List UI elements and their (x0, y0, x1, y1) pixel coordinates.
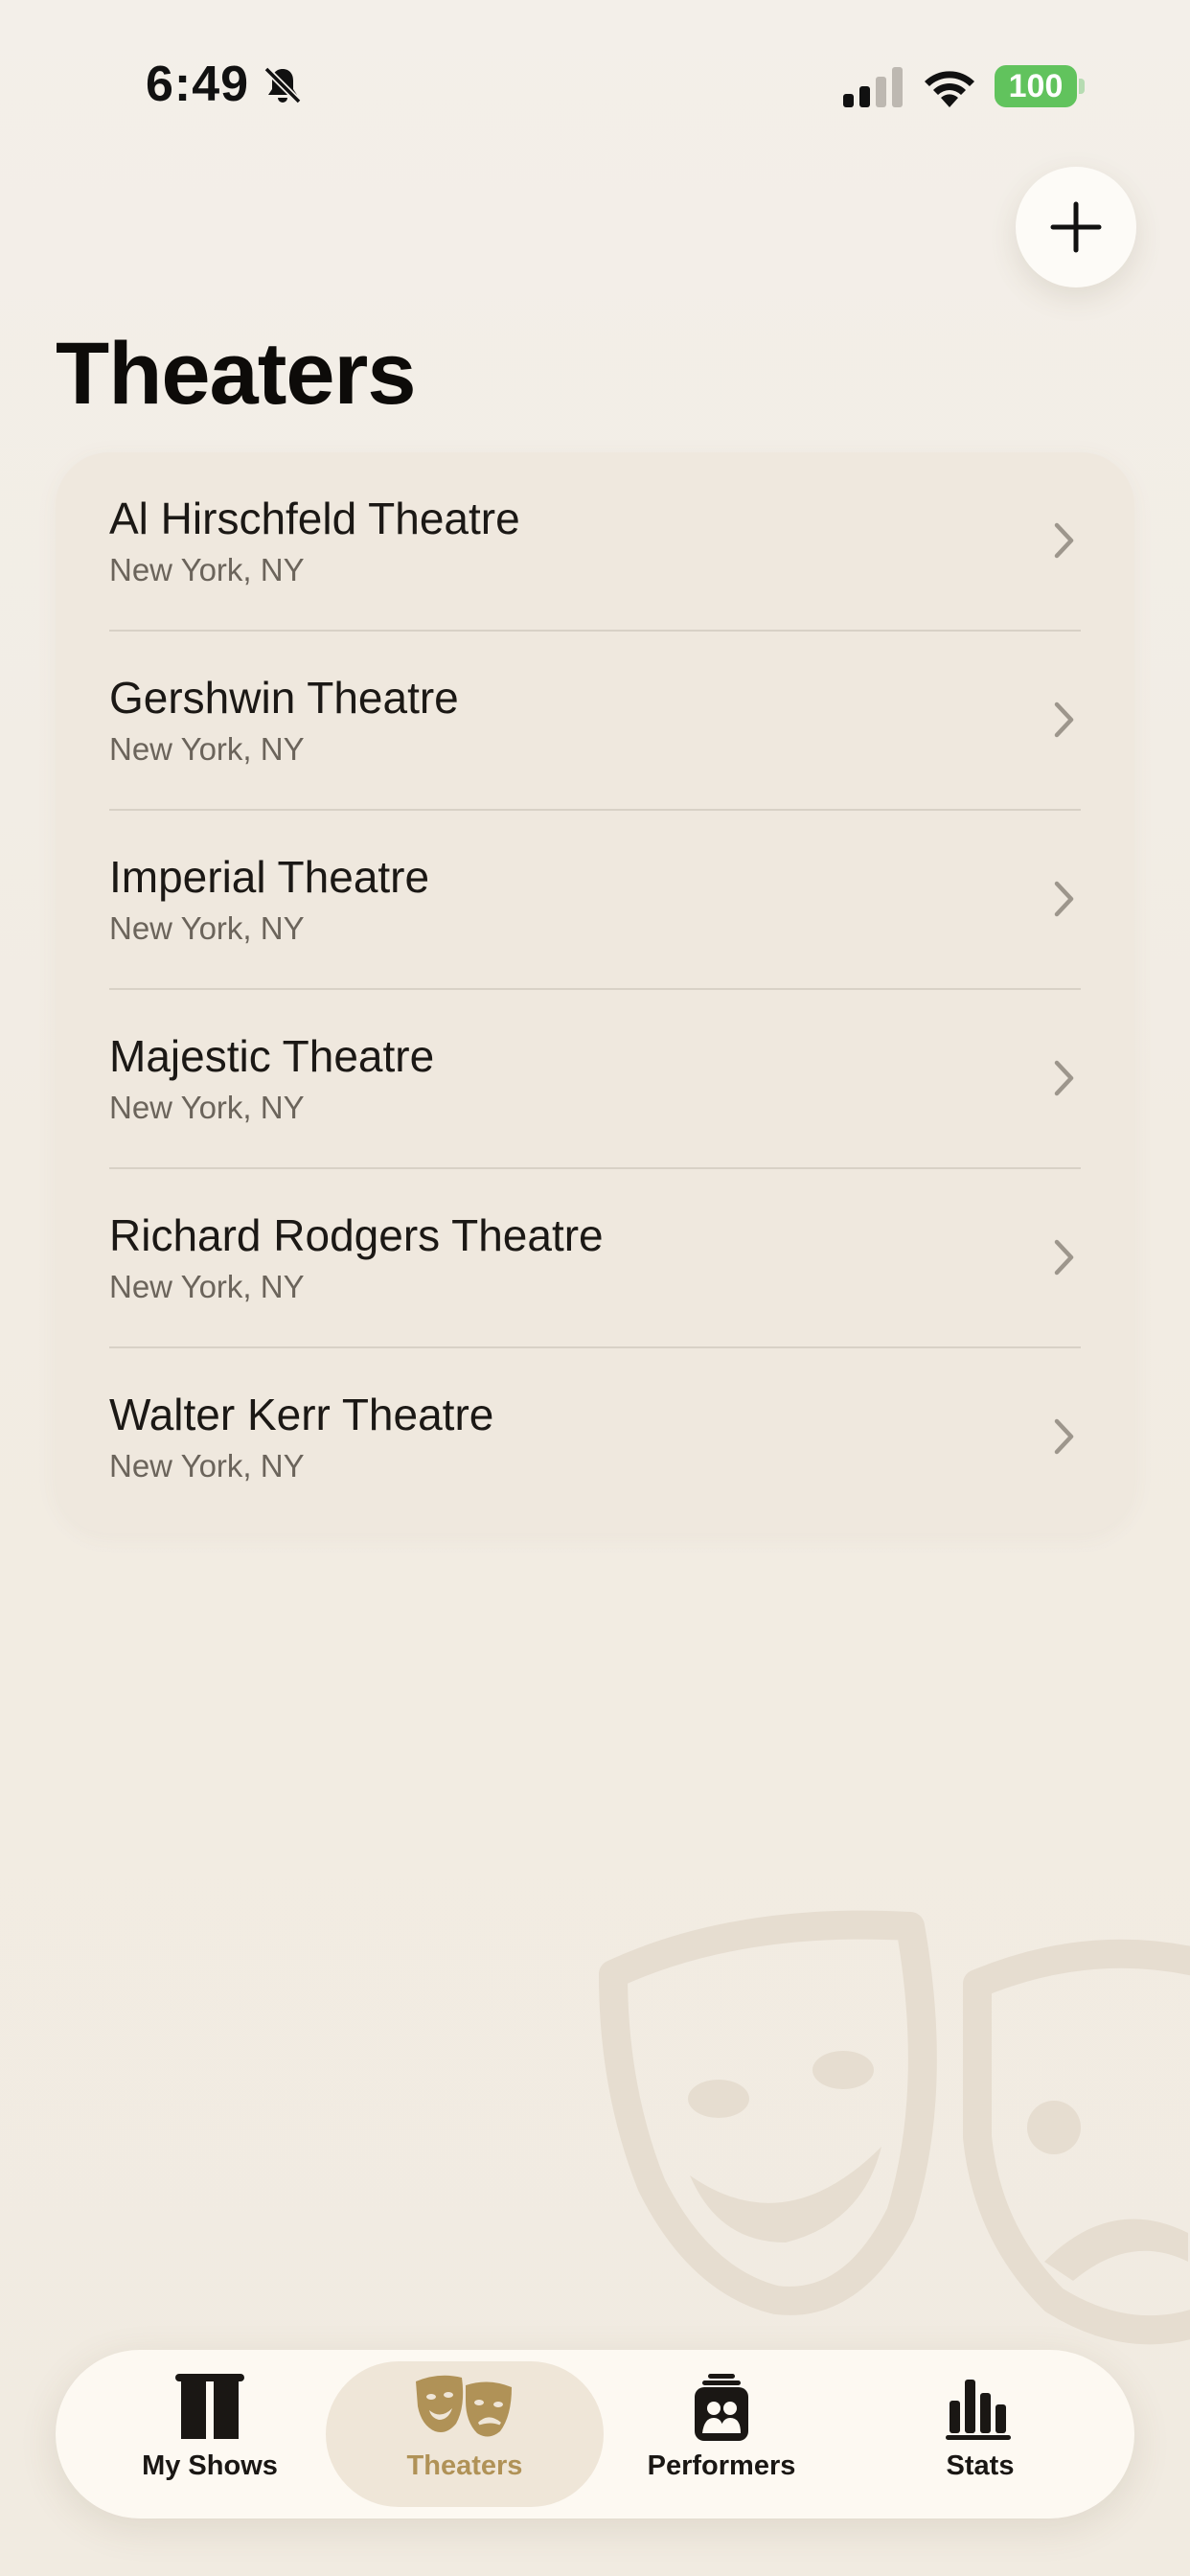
theater-location: New York, NY (109, 731, 305, 767)
theater-row-al-hirschfeld[interactable]: Al Hirschfeld Theatre New York, NY (56, 452, 1134, 632)
performers-icon (695, 2374, 748, 2441)
theater-name: Richard Rodgers Theatre (109, 1210, 604, 1260)
add-theater-button[interactable] (1016, 167, 1136, 288)
theater-name: Walter Kerr Theatre (109, 1390, 494, 1439)
theater-row-gershwin[interactable]: Gershwin Theatre New York, NY (56, 632, 1134, 811)
cellular-signal-icon (843, 67, 903, 107)
status-bar: 6:49 100 (0, 0, 1190, 172)
chevron-right-icon (1054, 1418, 1074, 1455)
chevron-right-icon (1054, 1060, 1074, 1096)
tab-stats[interactable]: Stats (841, 2361, 1119, 2507)
theater-name: Al Hirschfeld Theatre (109, 494, 520, 543)
tab-label: My Shows (142, 2450, 278, 2481)
page-title: Theaters (56, 325, 416, 423)
tab-theaters[interactable]: Theaters (326, 2361, 604, 2507)
theater-location: New York, NY (109, 1090, 305, 1125)
tab-label: Theaters (406, 2450, 523, 2481)
plus-icon (1050, 201, 1102, 253)
bell-slash-icon (263, 66, 302, 104)
bar-chart-icon (946, 2380, 1011, 2440)
theater-row-majestic[interactable]: Majestic Theatre New York, NY (56, 990, 1134, 1169)
status-time: 6:49 (146, 57, 250, 112)
theater-name: Imperial Theatre (109, 852, 430, 902)
tab-bar: My Shows Theaters Performers Stats (56, 2350, 1134, 2518)
theater-list: Al Hirschfeld Theatre New York, NY Gersh… (56, 452, 1134, 1533)
chevron-right-icon (1054, 522, 1074, 559)
theater-row-imperial[interactable]: Imperial Theatre New York, NY (56, 811, 1134, 990)
battery-cap (1079, 79, 1085, 94)
tab-label: Stats (946, 2450, 1015, 2481)
tab-my-shows[interactable]: My Shows (71, 2361, 349, 2507)
wifi-icon (925, 71, 974, 107)
theater-row-walter-kerr[interactable]: Walter Kerr Theatre New York, NY (56, 1348, 1134, 1528)
theater-masks-watermark-icon (599, 1910, 1190, 2345)
chevron-right-icon (1054, 881, 1074, 917)
theater-location: New York, NY (109, 1448, 305, 1484)
chevron-right-icon (1054, 1239, 1074, 1276)
tab-performers[interactable]: Performers (583, 2361, 860, 2507)
theater-masks-icon (416, 2375, 512, 2437)
chevron-right-icon (1054, 702, 1074, 738)
theater-name: Gershwin Theatre (109, 673, 459, 723)
theater-row-richard-rodgers[interactable]: Richard Rodgers Theatre New York, NY (56, 1169, 1134, 1348)
curtain-icon (175, 2374, 244, 2439)
theater-name: Majestic Theatre (109, 1031, 435, 1081)
theater-location: New York, NY (109, 1269, 305, 1304)
tab-label: Performers (647, 2450, 796, 2481)
theater-location: New York, NY (109, 552, 305, 587)
battery-icon: 100 (995, 65, 1077, 107)
theater-location: New York, NY (109, 910, 305, 946)
